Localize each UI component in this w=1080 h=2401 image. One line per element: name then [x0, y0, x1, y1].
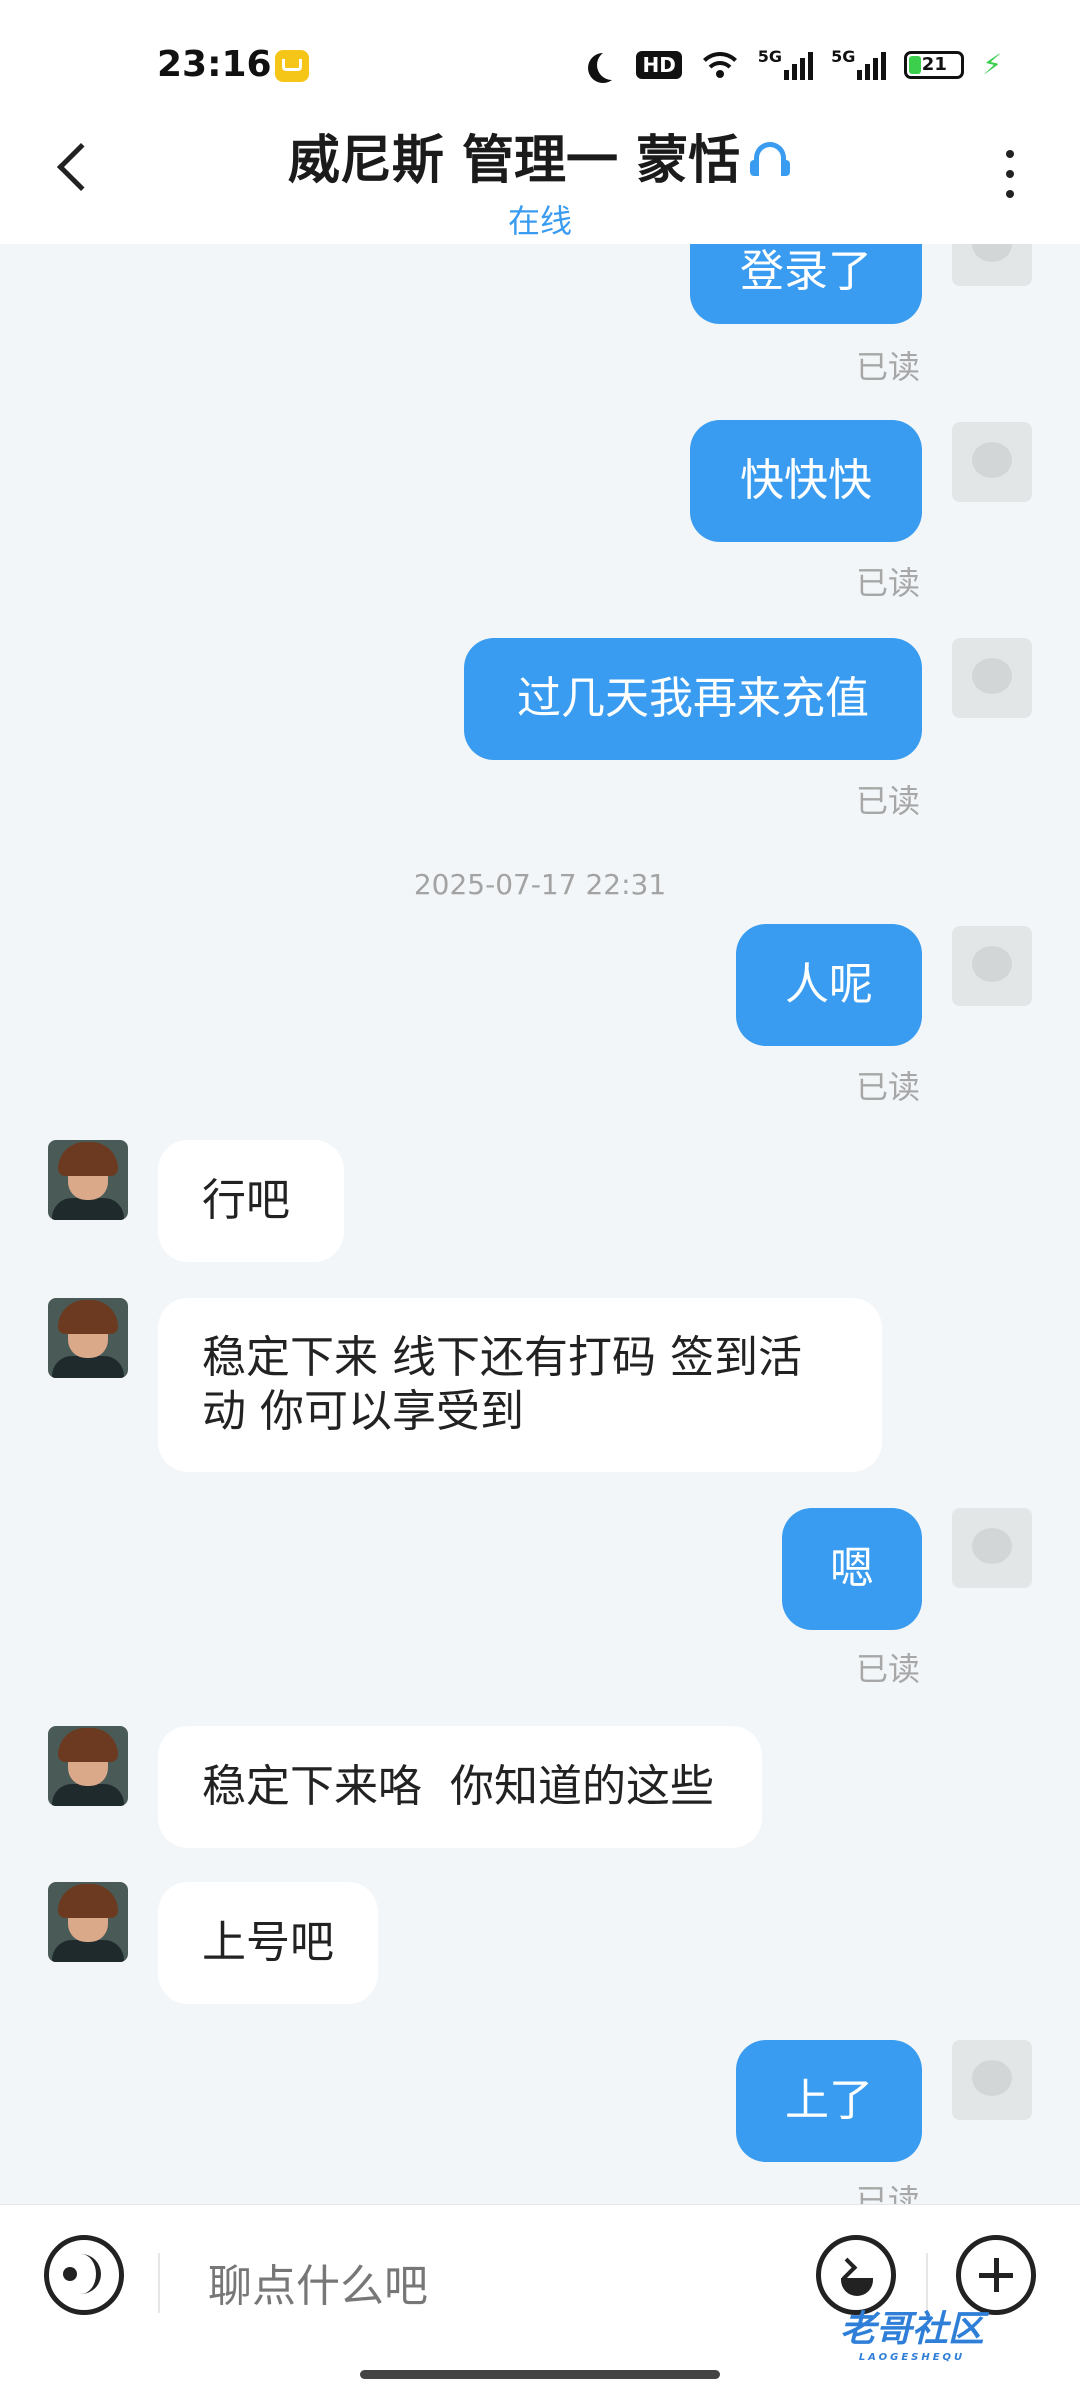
my-avatar[interactable]: [952, 926, 1032, 1006]
voice-input-button[interactable]: [44, 2235, 124, 2315]
chat-title: 威尼斯 管理一 蒙恬: [0, 118, 1080, 193]
my-message-bubble[interactable]: 嗯: [782, 1508, 922, 1630]
signal-icon: 5G: [757, 46, 814, 80]
status-time: 23:16: [157, 44, 272, 85]
wifi-icon: [695, 50, 744, 80]
read-receipt: 已读: [855, 348, 920, 386]
contact-message-bubble[interactable]: 稳定下来 线下还有打码 签到活动 你可以享受到: [158, 1298, 882, 1472]
my-message-bubble[interactable]: 过几天我再来充值: [464, 638, 922, 760]
divider: [158, 2253, 160, 2313]
my-avatar[interactable]: [952, 422, 1032, 502]
home-indicator[interactable]: [360, 2370, 720, 2379]
online-status: 在线: [507, 202, 572, 240]
chat-message-list[interactable]: 登录了 已读 快快快 已读 过几天我再来充值 已读 2025-07-17 22:…: [0, 0, 1080, 2220]
my-avatar[interactable]: [952, 2040, 1032, 2120]
my-avatar[interactable]: [952, 638, 1032, 718]
my-message-bubble[interactable]: 快快快: [690, 420, 922, 542]
my-avatar[interactable]: [952, 1508, 1032, 1588]
contact-avatar[interactable]: [48, 1726, 128, 1806]
contact-message-bubble[interactable]: 行吧: [158, 1140, 344, 1262]
read-receipt: 已读: [855, 1650, 920, 1688]
mail-notification-icon: [275, 50, 309, 82]
more-options-button[interactable]: [1006, 150, 1014, 200]
contact-avatar[interactable]: [48, 1140, 128, 1220]
status-icons: HD 5G 5G 21 ⚡: [588, 48, 1002, 81]
my-message-bubble[interactable]: 人呢: [736, 924, 922, 1046]
battery-icon: 21: [904, 50, 965, 79]
do-not-disturb-icon: [597, 50, 627, 80]
message-input[interactable]: [206, 2245, 790, 2327]
contact-message-bubble[interactable]: 稳定下来咯 你知道的这些: [158, 1726, 762, 1848]
customer-service-icon: [748, 138, 792, 182]
network-type-label: 5G: [831, 46, 856, 66]
chat-timestamp: 2025-07-17 22:31: [413, 868, 667, 901]
network-type-label: 5G: [757, 46, 783, 66]
contact-avatar[interactable]: [48, 1882, 128, 1962]
contact-name: 威尼斯 管理一 蒙恬: [287, 131, 741, 191]
read-receipt: 已读: [855, 1068, 920, 1106]
signal-icon: 5G: [831, 46, 887, 80]
watermark-logo: 老哥社区 LAOGESHEQU: [840, 2309, 985, 2363]
hd-icon: HD: [636, 50, 682, 79]
contact-avatar[interactable]: [48, 1298, 128, 1378]
read-receipt: 已读: [855, 564, 920, 602]
read-receipt: 已读: [855, 782, 920, 820]
top-bar: 23:16 HD 5G 5G 21 ⚡ 威尼斯 管理一 蒙恬 在线: [0, 0, 1080, 244]
contact-message-bubble[interactable]: 上号吧: [158, 1882, 378, 2004]
battery-level: 21: [921, 53, 947, 75]
my-message-bubble[interactable]: 上了: [736, 2040, 922, 2162]
charging-icon: ⚡: [982, 48, 1002, 81]
